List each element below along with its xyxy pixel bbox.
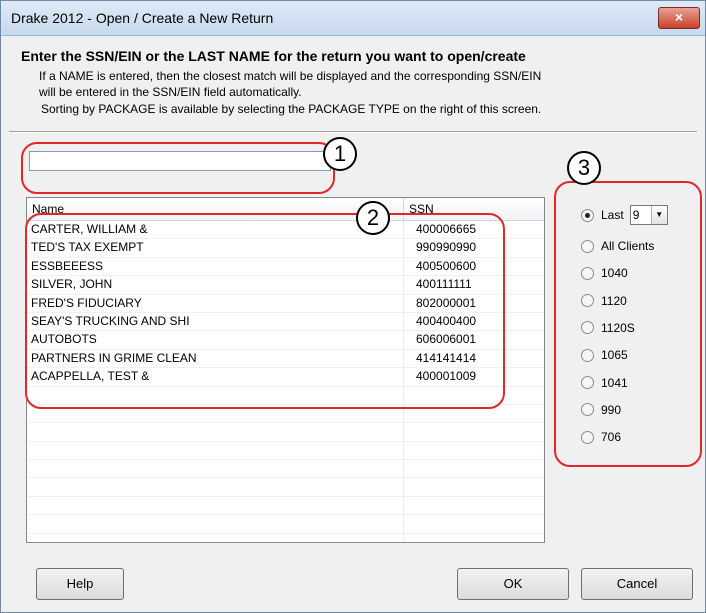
empty-row[interactable] [27,460,544,479]
empty-row[interactable] [27,533,544,542]
instruction-heading: Enter the SSN/EIN or the LAST NAME for t… [21,48,526,64]
callout-outline-3 [554,181,702,467]
instruction-line-1: If a NAME is entered, then the closest m… [39,69,542,83]
callout-outline-1 [21,142,335,194]
help-button[interactable]: Help [36,568,124,600]
cell-name [27,533,404,542]
cell-name [27,515,404,533]
cell-ssn [404,534,544,542]
dialog-window: Drake 2012 - Open / Create a New Return … [0,0,706,613]
title-bar: Drake 2012 - Open / Create a New Return … [1,1,705,36]
empty-row[interactable] [27,496,544,516]
cell-ssn [404,515,544,532]
close-icon[interactable]: × [675,9,683,25]
empty-row[interactable] [27,478,544,497]
callout-number-2: 2 [356,201,390,235]
callout-number-1: 1 [323,137,357,171]
cancel-button[interactable]: Cancel [581,568,693,600]
empty-row[interactable] [27,441,544,461]
empty-row[interactable] [27,515,544,534]
cell-ssn [404,423,544,440]
cell-ssn [404,497,544,514]
instruction-line-2: will be entered in the SSN/EIN field aut… [39,85,302,99]
callout-outline-2 [25,213,505,409]
cell-name [27,460,404,478]
empty-row[interactable] [27,423,544,442]
divider [9,131,697,133]
cell-ssn [404,442,544,459]
cell-name [27,478,404,496]
callout-number-3: 3 [567,151,601,185]
cell-name [27,441,404,460]
window-title: Drake 2012 - Open / Create a New Return [11,10,274,26]
cell-ssn [404,460,544,477]
close-button[interactable]: × [658,7,700,29]
cell-name [27,423,404,441]
instruction-line-3: Sorting by PACKAGE is available by selec… [41,102,542,116]
cell-name [27,496,404,515]
ok-button[interactable]: OK [457,568,569,600]
cell-ssn [404,478,544,495]
